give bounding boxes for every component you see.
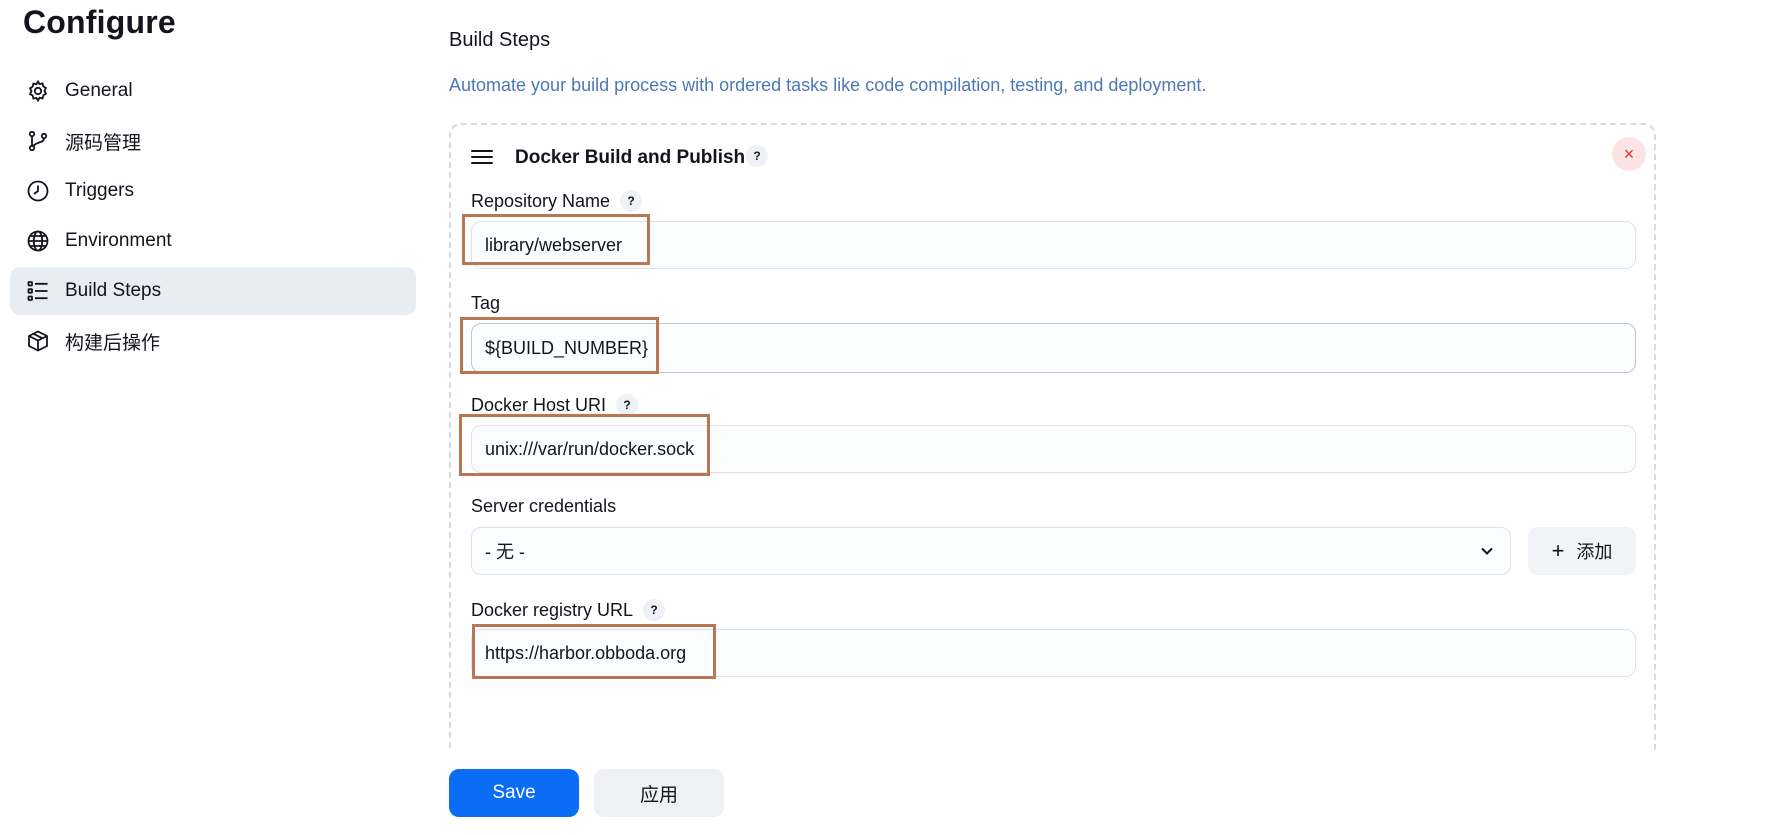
list-icon — [25, 278, 51, 304]
server-credentials-select[interactable]: - 无 - — [471, 527, 1511, 575]
apply-button[interactable]: 应用 — [594, 769, 724, 817]
help-icon[interactable]: ? — [643, 599, 666, 621]
repository-name-label: Repository Name ? — [471, 190, 643, 212]
field-label-text: Server credentials — [471, 496, 617, 516]
repository-name-input[interactable] — [471, 221, 1636, 269]
chevron-down-icon — [1478, 542, 1496, 565]
docker-registry-url-label: Docker registry URL ? — [471, 599, 666, 621]
sidebar: General 源码管理 Triggers Environment Build … — [10, 67, 416, 367]
sidebar-item-label: Environment — [65, 230, 172, 251]
section-title: Build Steps — [449, 29, 551, 51]
sidebar-item-label: 构建后操作 — [65, 332, 161, 354]
server-credentials-label: Server credentials — [471, 496, 616, 517]
docker-host-uri-label: Docker Host URI ? — [471, 394, 639, 416]
step-title: Docker Build and Publish — [515, 147, 746, 168]
sidebar-item-source[interactable]: 源码管理 — [10, 117, 416, 165]
tag-input[interactable] — [471, 323, 1636, 373]
help-icon[interactable]: ? — [616, 394, 639, 416]
field-label-text: Docker Host URI — [471, 394, 607, 415]
globe-icon — [25, 228, 51, 254]
docker-registry-url-input[interactable] — [471, 629, 1636, 677]
plus-icon: + — [1551, 538, 1565, 563]
sidebar-item-triggers[interactable]: Triggers — [10, 167, 416, 215]
section-description: Automate your build process with ordered… — [449, 75, 1207, 95]
docker-host-uri-input[interactable] — [471, 425, 1636, 473]
sidebar-item-build-steps[interactable]: Build Steps — [10, 267, 416, 315]
field-label-text: Repository Name — [471, 190, 611, 211]
sidebar-item-label: Triggers — [65, 180, 134, 201]
package-icon — [25, 328, 51, 354]
source-branch-icon — [25, 128, 51, 154]
help-icon[interactable]: ? — [746, 145, 768, 167]
gear-icon — [25, 78, 51, 104]
field-label-text: Docker registry URL — [471, 599, 634, 620]
sidebar-item-label: Build Steps — [65, 280, 162, 301]
sidebar-item-environment[interactable]: Environment — [10, 217, 416, 265]
field-label-text: Tag — [471, 293, 501, 313]
save-button[interactable]: Save — [449, 769, 579, 817]
bottom-action-bar — [0, 752, 1783, 835]
close-icon[interactable]: × — [1612, 137, 1646, 171]
add-button-label: 添加 — [1576, 542, 1613, 562]
sidebar-item-label: 源码管理 — [65, 132, 142, 154]
select-value: - 无 - — [485, 542, 525, 562]
sidebar-item-post-build[interactable]: 构建后操作 — [10, 317, 416, 365]
drag-handle-icon[interactable] — [471, 150, 493, 164]
sidebar-item-general[interactable]: General — [10, 67, 416, 115]
clock-icon — [25, 178, 51, 204]
page-title: Configure — [23, 4, 176, 40]
help-icon[interactable]: ? — [620, 190, 643, 212]
tag-label: Tag — [471, 293, 500, 314]
add-credentials-button[interactable]: + 添加 — [1528, 527, 1636, 575]
sidebar-item-label: General — [65, 80, 133, 101]
main-content: Build Steps Automate your build process … — [449, 0, 1689, 835]
build-step-card: Docker Build and Publish ? × Repository … — [449, 123, 1656, 763]
